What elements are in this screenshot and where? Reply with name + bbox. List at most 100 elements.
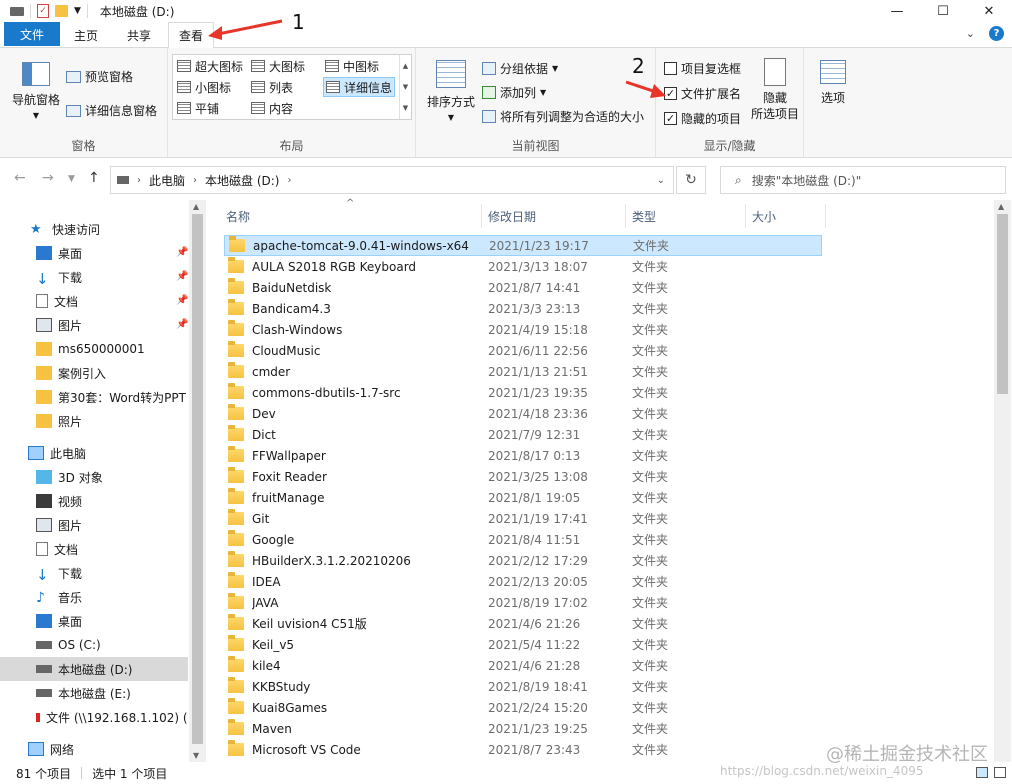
tab-home[interactable]: 主页 [62, 22, 110, 48]
gallery-up-icon[interactable]: ▲ [403, 62, 408, 70]
nav-item-downloads-pc[interactable]: ↓ 下载 [0, 561, 188, 585]
nav-item-pictures-pc[interactable]: 图片 [0, 513, 188, 537]
nav-item-z-drive[interactable]: 文件 (\\192.168.1.102) (Z:) [0, 705, 188, 729]
layout-medium-icons[interactable]: 中图标 [323, 56, 381, 76]
nav-scrollbar[interactable]: ▲ ▼ [189, 200, 206, 762]
tab-file[interactable]: 文件 [4, 22, 60, 46]
search-input[interactable]: 搜索"本地磁盘 (D:)" [752, 172, 862, 189]
file-row[interactable]: Git 2021/1/19 17:41 文件夹 [224, 508, 822, 529]
nav-item-photos[interactable]: 照片 [0, 409, 188, 433]
large-icons-view-icon[interactable] [994, 767, 1006, 778]
file-row[interactable]: BaiduNetdisk 2021/8/7 14:41 文件夹 [224, 277, 822, 298]
file-row[interactable]: apache-tomcat-9.0.41-windows-x64 2021/1/2… [224, 235, 822, 256]
file-extensions-toggle[interactable]: ✓ 文件扩展名 [664, 85, 741, 102]
nav-item-desktop[interactable]: 桌面 📌 [0, 241, 188, 265]
file-row[interactable]: Clash-Windows 2021/4/19 15:18 文件夹 [224, 319, 822, 340]
size-all-columns-button[interactable]: 将所有列调整为合适的大小 [482, 108, 644, 125]
breadcrumb-d-drive[interactable]: 本地磁盘 (D:) [205, 172, 279, 189]
nav-item-word-to-ppt[interactable]: 第30套：Word转为PPT [0, 385, 188, 409]
address-bar[interactable]: › 此电脑 › 本地磁盘 (D:) › ⌄ [110, 166, 674, 194]
scroll-up-icon[interactable]: ▲ [193, 202, 199, 211]
up-icon[interactable]: ↑ [88, 170, 100, 186]
column-name[interactable]: 名称 [220, 204, 482, 228]
expand-ribbon-icon[interactable]: ⌄ [966, 27, 975, 40]
sort-by-button[interactable]: 排序方式 ▼ [426, 60, 476, 126]
nav-item-d-drive[interactable]: 本地磁盘 (D:) [0, 657, 188, 681]
file-row[interactable]: Maven 2021/1/23 19:25 文件夹 [224, 718, 822, 739]
checkbox-unchecked-icon[interactable] [664, 62, 677, 75]
column-size[interactable]: 大小 [746, 204, 826, 228]
gallery-down-icon[interactable]: ▼ [403, 83, 408, 91]
nav-item-videos[interactable]: 视频 [0, 489, 188, 513]
layout-extra-large-icons[interactable]: 超大图标 [175, 56, 245, 76]
search-box[interactable]: ⌕ 搜索"本地磁盘 (D:)" [720, 166, 1006, 194]
file-row[interactable]: Dev 2021/4/18 23:36 文件夹 [224, 403, 822, 424]
checkbox-checked-icon[interactable]: ✓ [664, 112, 677, 125]
breadcrumb-this-pc[interactable]: 此电脑 [149, 172, 185, 189]
minimize-button[interactable]: — [874, 0, 920, 22]
close-button[interactable]: ✕ [966, 0, 1012, 22]
scroll-down-icon[interactable]: ▼ [193, 751, 199, 760]
options-button[interactable]: 选项 [810, 60, 856, 106]
nav-this-pc[interactable]: 此电脑 [0, 441, 188, 465]
nav-item-case-intro[interactable]: 案例引入 [0, 361, 188, 385]
nav-item-desktop-pc[interactable]: 桌面 [0, 609, 188, 633]
file-row[interactable]: KKBStudy 2021/8/19 18:41 文件夹 [224, 676, 822, 697]
file-row[interactable]: Foxit Reader 2021/3/25 13:08 文件夹 [224, 466, 822, 487]
nav-item-ms650000001[interactable]: ms650000001 [0, 337, 188, 361]
nav-scroll-thumb[interactable] [192, 214, 203, 744]
file-row[interactable]: FFWallpaper 2021/8/17 0:13 文件夹 [224, 445, 822, 466]
gallery-scroll[interactable]: ▲ ▼ ▼ [399, 55, 411, 119]
file-row[interactable]: Bandicam4.3 2021/3/3 23:13 文件夹 [224, 298, 822, 319]
details-view-icon[interactable] [976, 767, 988, 778]
breadcrumb-chevron-icon[interactable]: › [137, 175, 141, 186]
nav-item-downloads[interactable]: ↓ 下载 📌 [0, 265, 188, 289]
nav-item-3d-objects[interactable]: 3D 对象 [0, 465, 188, 489]
nav-quick-access[interactable]: ★ 快速访问 [0, 217, 188, 241]
file-row[interactable]: Keil_v5 2021/5/4 11:22 文件夹 [224, 634, 822, 655]
content-scroll-thumb[interactable] [997, 214, 1008, 394]
file-row[interactable]: Google 2021/8/4 11:51 文件夹 [224, 529, 822, 550]
file-row[interactable]: AULA S2018 RGB Keyboard 2021/3/13 18:07 文件… [224, 256, 822, 277]
new-folder-icon[interactable] [55, 5, 68, 17]
layout-large-icons[interactable]: 大图标 [249, 56, 307, 76]
layout-tiles[interactable]: 平铺 [175, 98, 221, 118]
file-row[interactable]: JAVA 2021/8/19 17:02 文件夹 [224, 592, 822, 613]
hidden-items-toggle[interactable]: ✓ 隐藏的项目 [664, 110, 741, 127]
hide-selected-button[interactable]: 隐藏 所选项目 [748, 58, 802, 122]
breadcrumb-chevron-icon[interactable]: › [193, 175, 197, 186]
preview-pane-button[interactable]: 预览窗格 [66, 68, 133, 85]
nav-item-c-drive[interactable]: OS (C:) [0, 633, 188, 657]
file-row[interactable]: IDEA 2021/2/13 20:05 文件夹 [224, 571, 822, 592]
tab-share[interactable]: 共享 [114, 22, 164, 48]
add-columns-button[interactable]: 添加列 ▼ [482, 84, 546, 101]
customize-dropdown-icon[interactable]: ▼ [74, 6, 81, 16]
nav-item-documents-pc[interactable]: 文档 [0, 537, 188, 561]
file-row[interactable]: kile4 2021/4/6 21:28 文件夹 [224, 655, 822, 676]
file-row[interactable]: commons-dbutils-1.7-src 2021/1/23 19:35 文件… [224, 382, 822, 403]
layout-small-icons[interactable]: 小图标 [175, 77, 233, 97]
column-type[interactable]: 类型 [626, 204, 746, 228]
help-icon[interactable]: ? [989, 26, 1004, 41]
file-row[interactable]: Dict 2021/7/9 12:31 文件夹 [224, 424, 822, 445]
file-row[interactable]: HBuilderX.3.1.2.20210206 2021/2/12 17:29 文… [224, 550, 822, 571]
back-icon[interactable]: ← [14, 170, 26, 186]
file-row[interactable]: Keil uvision4 C51版 2021/4/6 21:26 文件夹 [224, 613, 822, 634]
gallery-more-icon[interactable]: ▼ [403, 104, 408, 112]
content-scrollbar[interactable]: ▲ [994, 200, 1011, 762]
file-row[interactable]: cmder 2021/1/13 21:51 文件夹 [224, 361, 822, 382]
nav-item-documents[interactable]: 文档 📌 [0, 289, 188, 313]
nav-item-pictures[interactable]: 图片 📌 [0, 313, 188, 337]
nav-pane-button[interactable]: 导航窗格 ▼ [10, 62, 62, 124]
nav-item-music[interactable]: ♪ 音乐 [0, 585, 188, 609]
layout-details[interactable]: 详细信息 [323, 77, 396, 97]
nav-item-e-drive[interactable]: 本地磁盘 (E:) [0, 681, 188, 705]
scroll-up-icon[interactable]: ▲ [998, 202, 1004, 211]
address-dropdown-icon[interactable]: ⌄ [657, 175, 665, 186]
file-row[interactable]: Kuai8Games 2021/2/24 15:20 文件夹 [224, 697, 822, 718]
nav-network[interactable]: 网络 [0, 737, 188, 761]
file-row[interactable]: Microsoft VS Code 2021/8/7 23:43 文件夹 [224, 739, 822, 760]
recent-locations-icon[interactable]: ▼ [68, 174, 75, 184]
column-date[interactable]: 修改日期 [482, 204, 626, 228]
file-row[interactable]: fruitManage 2021/8/1 19:05 文件夹 [224, 487, 822, 508]
